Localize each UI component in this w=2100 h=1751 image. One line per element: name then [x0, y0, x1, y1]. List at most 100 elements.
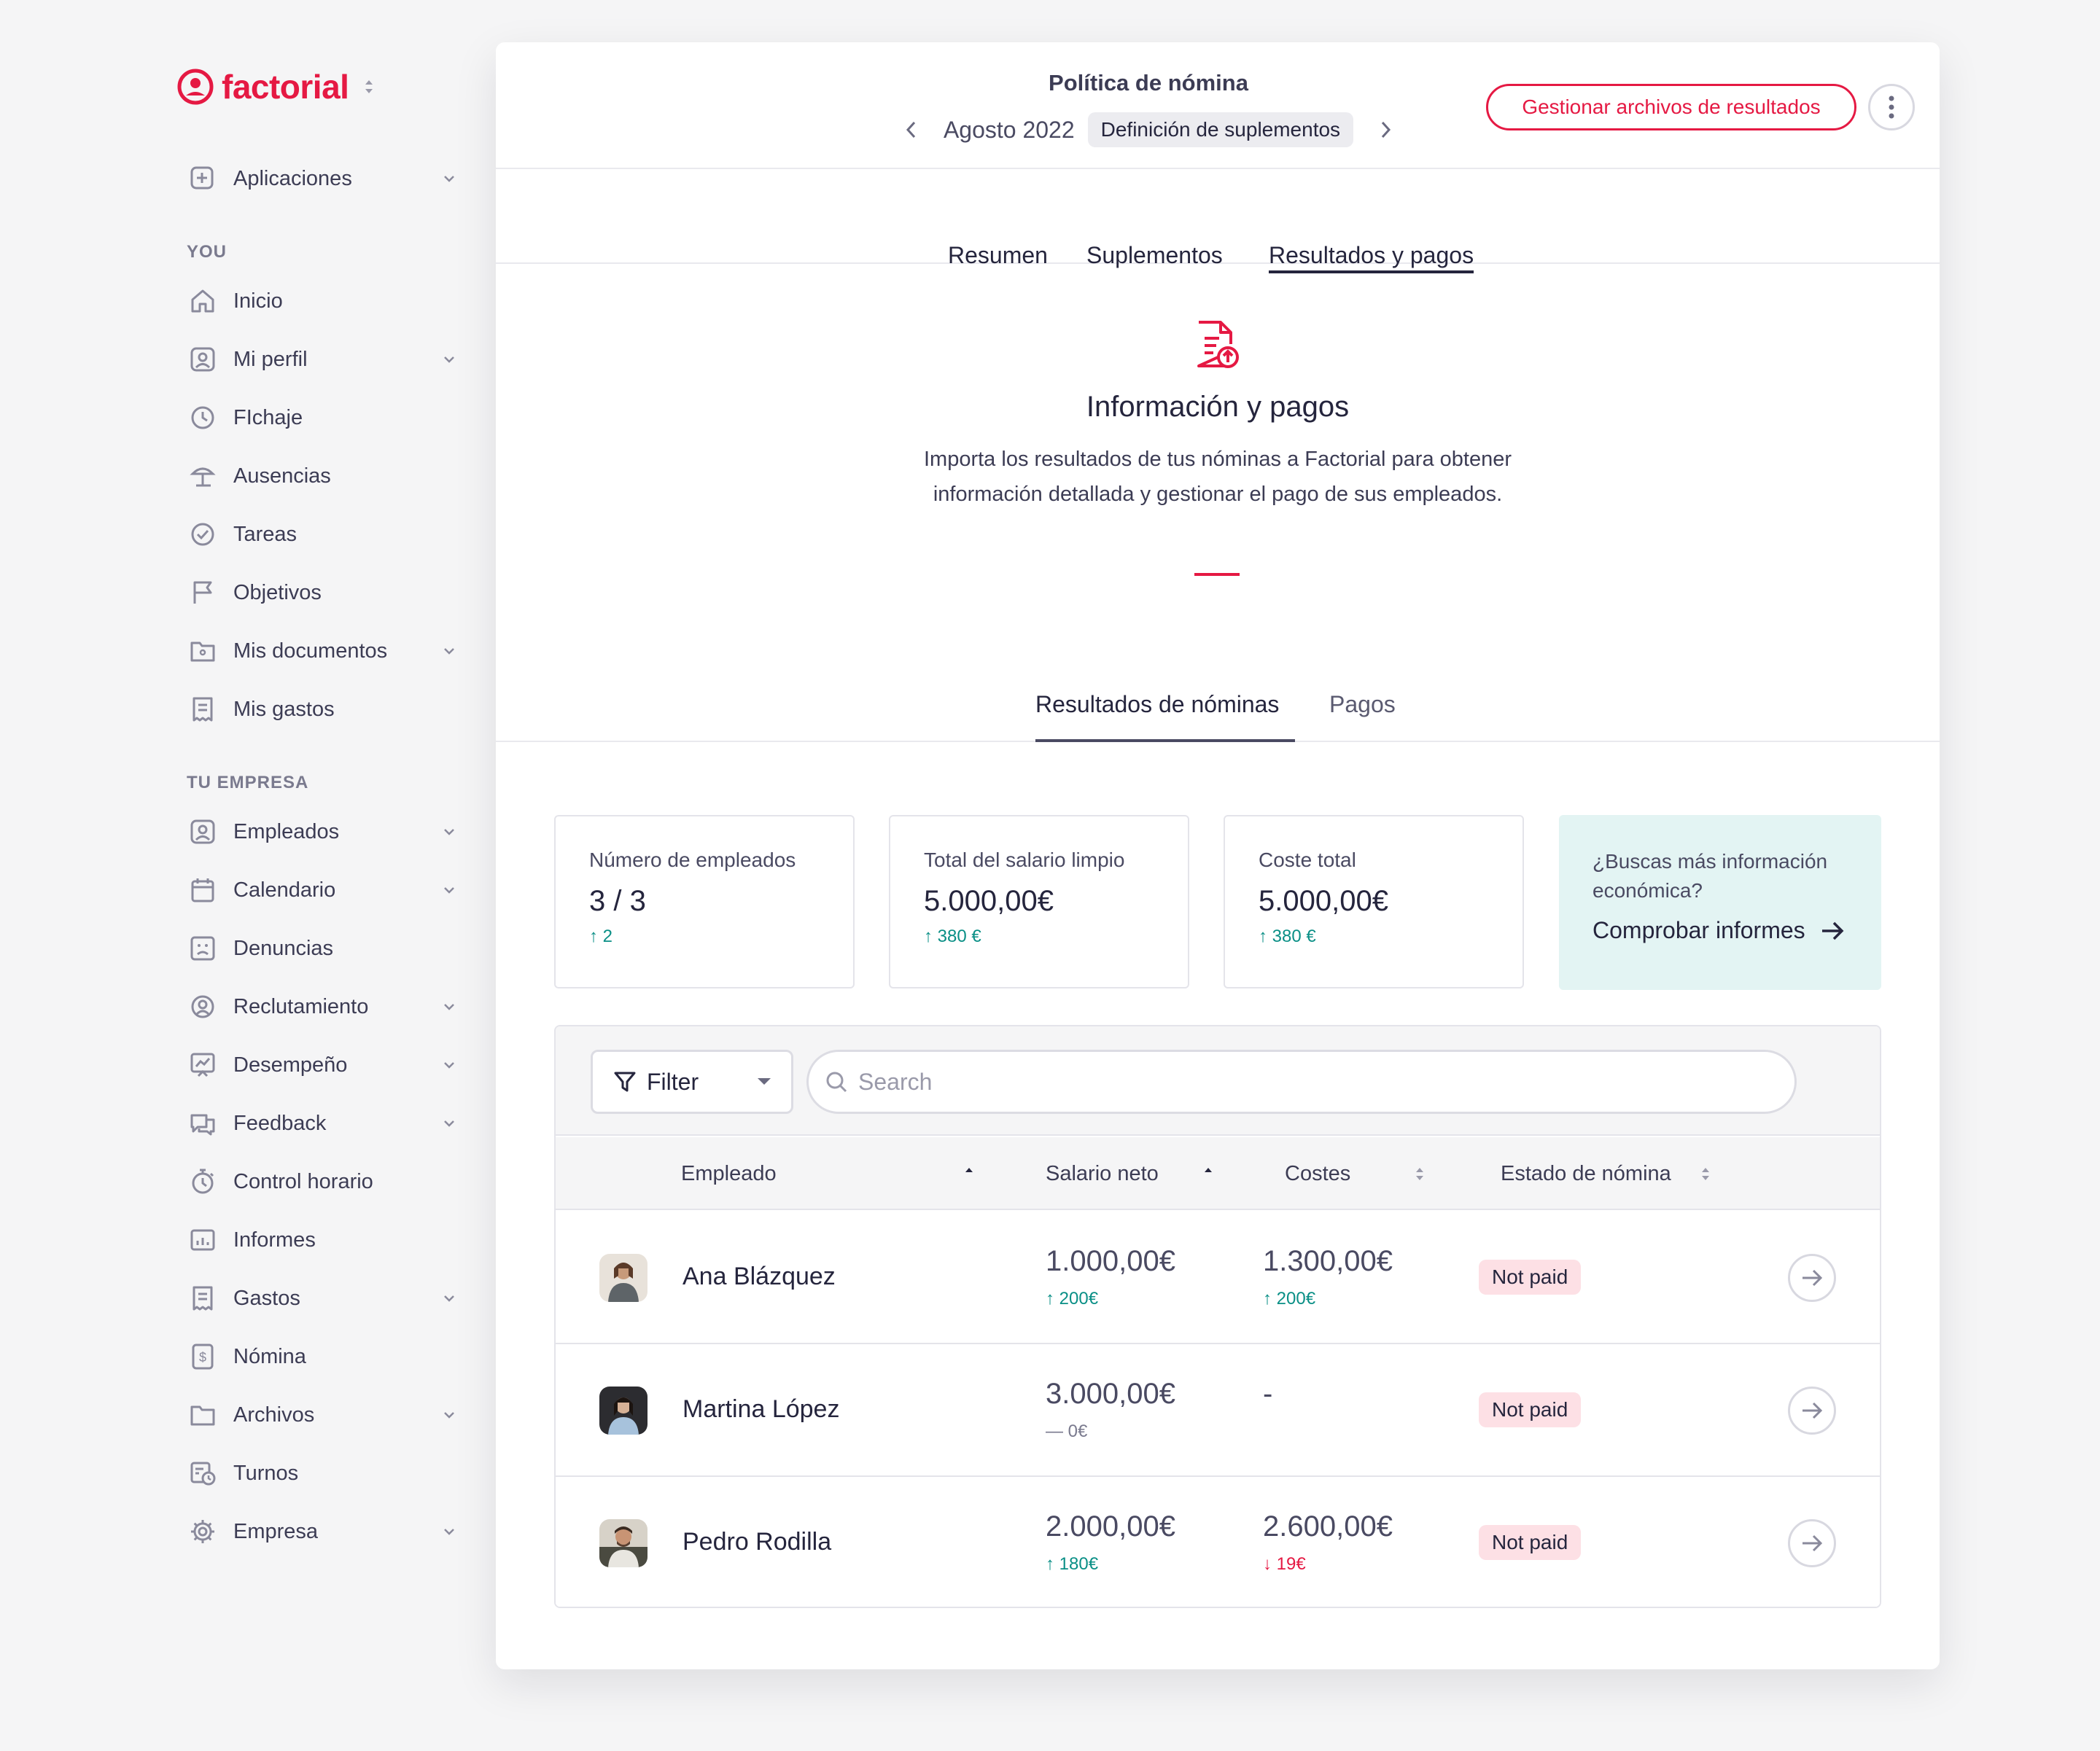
- sidebar-item-empleados[interactable]: Empleados: [188, 811, 465, 853]
- sidebar-item-turnos[interactable]: Turnos: [188, 1452, 465, 1494]
- sidebar-item-fichaje[interactable]: FIchaje: [188, 397, 465, 439]
- check-reports-link[interactable]: Comprobar informes: [1592, 917, 1848, 944]
- sidebar-item-label: Aplicaciones: [233, 166, 352, 190]
- reports-promo-card: ¿Buscas más información económica? Compr…: [1559, 815, 1881, 990]
- hero-title: Información y pagos: [1086, 391, 1350, 423]
- sidebar-item-mis-documentos[interactable]: Mis documentos: [188, 630, 465, 672]
- results-subtabs: Resultados de nóminas Pagos: [496, 691, 1940, 742]
- gear-icon: [188, 1517, 217, 1546]
- sidebar-item-objetivos[interactable]: Objetivos: [188, 572, 465, 614]
- flag-icon: [188, 578, 217, 607]
- column-header-empleado[interactable]: Empleado: [681, 1162, 777, 1186]
- sidebar-item-tareas[interactable]: Tareas: [188, 513, 465, 555]
- shifts-icon: [188, 1459, 217, 1488]
- next-period-button[interactable]: [1371, 115, 1400, 144]
- sidebar-item-empresa[interactable]: Empresa: [188, 1510, 465, 1553]
- funnel-icon: [614, 1072, 636, 1092]
- subtab-pagos[interactable]: Pagos: [1329, 691, 1396, 742]
- sidebar-item-reclutamiento[interactable]: Reclutamiento: [188, 986, 465, 1028]
- sidebar-item-nomina[interactable]: $ Nómina: [188, 1335, 465, 1378]
- chevron-left-icon: [906, 121, 916, 139]
- sidebar-item-label: Informes: [233, 1228, 316, 1252]
- table-row[interactable]: Pedro Rodilla 2.000,00€ ↑ 180€ 2.600,00€…: [556, 1477, 1880, 1607]
- open-row-button[interactable]: [1788, 1254, 1836, 1302]
- sidebar-item-label: Mis documentos: [233, 639, 388, 663]
- previous-period-button[interactable]: [897, 115, 926, 144]
- chevron-right-icon: [1381, 121, 1391, 139]
- sidebar-item-archivos[interactable]: Archivos: [188, 1394, 465, 1436]
- net-salary-delta: — 0€: [1046, 1422, 1088, 1441]
- sidebar-item-calendario[interactable]: Calendario: [188, 869, 465, 911]
- cost-value: 2.600,00€: [1263, 1510, 1393, 1543]
- tab-resultados-y-pagos[interactable]: Resultados y pagos: [1269, 242, 1474, 273]
- sort-both-icon[interactable]: [1700, 1166, 1711, 1182]
- sidebar-item-mi-perfil[interactable]: Mi perfil: [188, 338, 465, 381]
- period-label: Agosto 2022: [943, 116, 1075, 143]
- tab-suplementos[interactable]: Suplementos: [1086, 242, 1223, 269]
- sidebar-item-label: Feedback: [233, 1111, 327, 1135]
- stat-delta: ↑ 380 €: [924, 927, 981, 946]
- table-row[interactable]: Martina López 3.000,00€ — 0€ - Not paid: [556, 1344, 1880, 1477]
- chevron-down-icon: [444, 1529, 454, 1535]
- sidebar-item-label: Objetivos: [233, 580, 322, 604]
- table-toolbar: Filter: [556, 1026, 1880, 1136]
- open-row-button[interactable]: [1788, 1519, 1836, 1567]
- sidebar-item-feedback[interactable]: Feedback: [188, 1102, 465, 1144]
- sort-both-icon[interactable]: [1415, 1166, 1425, 1182]
- sidebar-item-control-horario[interactable]: Control horario: [188, 1161, 465, 1203]
- employee-name: Martina López: [682, 1395, 840, 1423]
- sidebar-item-inicio[interactable]: Inicio: [188, 280, 465, 322]
- sidebar-item-label: Tareas: [233, 522, 298, 546]
- avatar: [599, 1387, 648, 1435]
- chevron-down-icon: [444, 1295, 454, 1302]
- sidebar-item-ausencias[interactable]: Ausencias: [188, 455, 465, 497]
- search-input[interactable]: [858, 1068, 1733, 1096]
- main-panel: Política de nómina Agosto 2022 Definició…: [496, 42, 1940, 1669]
- page-header: Política de nómina Agosto 2022 Definició…: [496, 42, 1940, 169]
- chat-bubbles-icon: [188, 1109, 217, 1138]
- sidebar-item-mis-gastos[interactable]: Mis gastos: [188, 688, 465, 730]
- sidebar-item-aplicaciones[interactable]: Aplicaciones: [188, 157, 465, 200]
- clock-icon: [188, 403, 217, 432]
- net-salary-value: 2.000,00€: [1046, 1510, 1175, 1543]
- company-switcher[interactable]: factorial: [176, 67, 375, 106]
- calendar-icon: [188, 876, 217, 905]
- sidebar-item-label: Archivos: [233, 1403, 315, 1427]
- sidebar-item-label: Gastos: [233, 1286, 300, 1310]
- stat-value: 3 / 3: [589, 885, 646, 917]
- subtab-resultados-de-nominas[interactable]: Resultados de nóminas: [1035, 691, 1295, 742]
- sidebar-item-desempeno[interactable]: Desempeño: [188, 1044, 465, 1086]
- sidebar-item-denuncias[interactable]: Denuncias: [188, 927, 465, 970]
- payroll-dollar-icon: $: [188, 1342, 217, 1371]
- stat-delta: ↑ 2: [589, 927, 613, 946]
- promo-link-label: Comprobar informes: [1592, 917, 1805, 943]
- column-header-salario-neto[interactable]: Salario neto: [1046, 1162, 1159, 1186]
- column-header-estado-de-nomina[interactable]: Estado de nómina: [1501, 1162, 1671, 1186]
- apps-add-icon: [188, 164, 217, 193]
- tab-resumen[interactable]: Resumen: [948, 242, 1048, 269]
- manage-results-files-button[interactable]: Gestionar archivos de resultados: [1486, 84, 1856, 130]
- filter-dropdown[interactable]: Filter: [591, 1050, 793, 1114]
- more-options-button[interactable]: [1868, 84, 1915, 130]
- arrow-right-icon: [1821, 921, 1844, 940]
- sidebar-item-gastos[interactable]: Gastos: [188, 1277, 465, 1319]
- stat-title: Número de empleados: [589, 849, 796, 871]
- home-icon: [188, 286, 217, 316]
- open-row-button[interactable]: [1788, 1387, 1836, 1435]
- column-header-costes[interactable]: Costes: [1285, 1162, 1350, 1186]
- sort-asc-icon[interactable]: [964, 1166, 974, 1182]
- sidebar-item-label: Control horario: [233, 1169, 373, 1193]
- sidebar-item-label: Reclutamiento: [233, 994, 369, 1018]
- stopwatch-icon: [188, 1167, 217, 1196]
- promo-title: ¿Buscas más información económica?: [1592, 850, 1828, 902]
- sidebar-item-label: FIchaje: [233, 405, 303, 429]
- stat-value: 5.000,00€: [924, 885, 1054, 917]
- sidebar-item-label: Mis gastos: [233, 697, 335, 721]
- sort-asc-icon[interactable]: [1203, 1166, 1213, 1182]
- table-row[interactable]: Ana Blázquez 1.000,00€ ↑ 200€ 1.300,00€ …: [556, 1212, 1880, 1344]
- net-salary-value: 1.000,00€: [1046, 1245, 1175, 1277]
- sidebar-item-informes[interactable]: Informes: [188, 1219, 465, 1261]
- employee-name: Pedro Rodilla: [682, 1528, 832, 1556]
- stage-badge: Definición de suplementos: [1087, 112, 1354, 147]
- sad-face-icon: [188, 934, 217, 963]
